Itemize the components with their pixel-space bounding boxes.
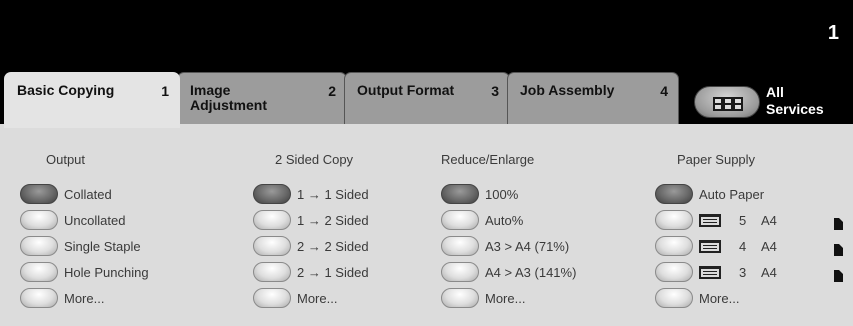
tray-size: A4 bbox=[761, 265, 777, 280]
tab-number: 4 bbox=[660, 83, 668, 99]
output-heading: Output bbox=[46, 152, 86, 167]
tab-label: Output Format bbox=[357, 82, 455, 98]
paper-tray-5[interactable]: 5 A4 bbox=[655, 209, 835, 231]
radio-icon[interactable] bbox=[441, 288, 479, 308]
paper-tray-4[interactable]: 4 A4 bbox=[655, 235, 835, 257]
tray-size: A4 bbox=[761, 239, 777, 254]
grid-icon bbox=[713, 97, 743, 111]
all-services-pill[interactable] bbox=[694, 86, 760, 118]
radio-icon[interactable] bbox=[655, 236, 693, 256]
radio-selected-icon[interactable] bbox=[253, 184, 291, 204]
paper-supply-heading: Paper Supply bbox=[677, 152, 756, 167]
option-label: A4 > A3 (141%) bbox=[485, 265, 577, 280]
tray-number: 5 bbox=[739, 213, 747, 228]
radio-icon[interactable] bbox=[441, 262, 479, 282]
paper-tray-icon bbox=[699, 240, 721, 253]
radio-icon[interactable] bbox=[655, 288, 693, 308]
radio-icon[interactable] bbox=[655, 210, 693, 230]
tray-number: 3 bbox=[739, 265, 747, 280]
radio-icon[interactable] bbox=[441, 236, 479, 256]
all-services-button[interactable]: All Services bbox=[694, 82, 844, 122]
option-label: Auto% bbox=[485, 213, 524, 228]
option-label: Single Staple bbox=[64, 239, 141, 254]
radio-icon[interactable] bbox=[20, 262, 58, 282]
option-label: 1 → 2 Sided bbox=[297, 213, 369, 228]
page-icon bbox=[834, 244, 843, 256]
option-label: 2 → 2 Sided bbox=[297, 239, 369, 254]
tab-image-adjustment[interactable]: Image Adjustment 2 bbox=[177, 72, 347, 124]
paper-tray-icon bbox=[699, 266, 721, 279]
option-label: More... bbox=[297, 291, 338, 306]
radio-selected-icon[interactable] bbox=[20, 184, 58, 204]
tab-label: Basic Copying bbox=[17, 82, 115, 98]
basic-copying-panel: Output Collated Uncollated Single Staple… bbox=[0, 124, 853, 326]
tab-label: Job Assembly bbox=[520, 82, 615, 98]
radio-icon[interactable] bbox=[20, 288, 58, 308]
option-label: Uncollated bbox=[64, 213, 126, 228]
radio-selected-icon[interactable] bbox=[441, 184, 479, 204]
tab-basic-copying[interactable]: Basic Copying 1 bbox=[4, 72, 180, 128]
radio-selected-icon[interactable] bbox=[655, 184, 693, 204]
option-label: More... bbox=[64, 291, 105, 306]
radio-icon[interactable] bbox=[20, 236, 58, 256]
option-label: 1 → 1 Sided bbox=[297, 187, 369, 202]
radio-icon[interactable] bbox=[253, 210, 291, 230]
page-icon bbox=[834, 218, 843, 230]
option-label: More... bbox=[485, 291, 526, 306]
radio-icon[interactable] bbox=[253, 288, 291, 308]
tab-number: 1 bbox=[161, 83, 169, 99]
paper-tray-3[interactable]: 3 A4 bbox=[655, 261, 835, 283]
tab-job-assembly[interactable]: Job Assembly 4 bbox=[507, 72, 679, 124]
option-label: Hole Punching bbox=[64, 265, 149, 280]
radio-icon[interactable] bbox=[655, 262, 693, 282]
tray-number: 4 bbox=[739, 239, 747, 254]
sided-copy-heading: 2 Sided Copy bbox=[275, 152, 354, 167]
tray-size: A4 bbox=[761, 213, 777, 228]
tab-number: 2 bbox=[328, 83, 336, 99]
option-label: A3 > A4 (71%) bbox=[485, 239, 570, 254]
option-label: More... bbox=[699, 291, 740, 306]
option-label: 2 → 1 Sided bbox=[297, 265, 369, 280]
radio-icon[interactable] bbox=[253, 262, 291, 282]
page-icon bbox=[834, 270, 843, 282]
radio-icon[interactable] bbox=[441, 210, 479, 230]
option-label: Collated bbox=[64, 187, 112, 202]
copy-counter: 1 bbox=[827, 22, 839, 44]
radio-icon[interactable] bbox=[253, 236, 291, 256]
tab-label: Image Adjustment bbox=[190, 82, 267, 113]
paper-tray-icon bbox=[699, 214, 721, 227]
all-services-label: All Services bbox=[766, 84, 824, 117]
option-label: 100% bbox=[485, 187, 519, 202]
option-label: Auto Paper bbox=[699, 187, 765, 202]
radio-icon[interactable] bbox=[20, 210, 58, 230]
tab-number: 3 bbox=[491, 83, 499, 99]
header-bar: 1 bbox=[0, 0, 853, 64]
reduce-enlarge-heading: Reduce/Enlarge bbox=[441, 152, 535, 167]
tab-output-format[interactable]: Output Format 3 bbox=[344, 72, 510, 124]
